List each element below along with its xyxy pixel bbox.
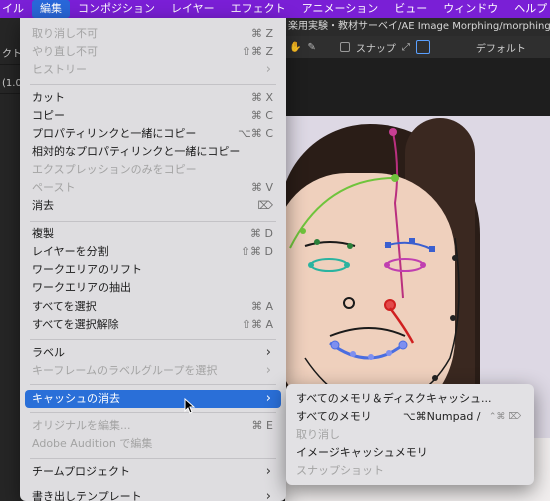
menu-item-clear[interactable]: 消去 ⌦ bbox=[25, 197, 281, 215]
menu-item-select-all[interactable]: すべてを選択 ⌘ A bbox=[25, 298, 281, 316]
menu-item-copy[interactable]: コピー ⌘ C bbox=[25, 107, 281, 125]
lip-vertex bbox=[350, 351, 356, 357]
chevron-right-icon: › bbox=[265, 464, 271, 479]
menu-item-lift-work-area[interactable]: ワークエリアのリフト bbox=[25, 261, 281, 279]
snap-label: スナップ bbox=[355, 43, 396, 55]
menu-animation[interactable]: アニメーション bbox=[294, 0, 387, 18]
right-brow-vertex bbox=[429, 246, 435, 252]
hair-part-vertex bbox=[389, 128, 397, 136]
snap-options-icon[interactable]: ⤢ bbox=[402, 42, 410, 53]
hairline-vertex bbox=[391, 174, 399, 182]
project-panel-strip: クト (1.0 bbox=[0, 18, 22, 501]
menu-help[interactable]: ヘルプ bbox=[506, 0, 550, 18]
menu-item-undo[interactable]: 取り消し不可 ⌘ Z bbox=[25, 25, 281, 43]
menu-item-export-templates[interactable]: 書き出しテンプレート › bbox=[25, 488, 281, 501]
workspace-default[interactable]: デフォルト bbox=[476, 40, 526, 55]
chevron-right-icon: › bbox=[265, 391, 271, 406]
menu-file[interactable]: イル bbox=[0, 0, 32, 18]
menu-item-deselect-all[interactable]: すべてを選択解除 ⇧⌘ A bbox=[25, 316, 281, 334]
snap-target-icon[interactable] bbox=[415, 40, 430, 54]
lip-vertex bbox=[330, 340, 340, 350]
menu-item-team-project[interactable]: チームプロジェクト › bbox=[25, 463, 281, 481]
lower-lip-path bbox=[329, 341, 406, 360]
menu-separator bbox=[30, 221, 276, 222]
menu-item-history[interactable]: ヒストリー › bbox=[25, 61, 281, 79]
mouse-cursor-icon bbox=[184, 398, 196, 414]
menu-window[interactable]: ウィンドウ bbox=[435, 0, 506, 18]
right-eye-vertex bbox=[384, 262, 390, 268]
menu-bar: イル 編集 コンポジション レイヤー エフェクト アニメーション ビュー ウィン… bbox=[0, 0, 550, 18]
left-brow-vertex bbox=[347, 243, 353, 249]
snap-checkbox[interactable] bbox=[339, 42, 350, 52]
menu-item-copy-expression-only[interactable]: エクスプレッションのみをコピー bbox=[25, 161, 281, 179]
menu-item-paste[interactable]: ペースト ⌘ V bbox=[25, 179, 281, 197]
menu-item-duplicate[interactable]: 複製 ⌘ D bbox=[25, 225, 281, 243]
left-eye-path bbox=[310, 258, 348, 272]
right-brow-vertex bbox=[385, 242, 391, 248]
submenu-item-snapshot[interactable]: スナップショット bbox=[291, 462, 529, 480]
nasolabial-right-path bbox=[388, 307, 415, 344]
lip-vertex bbox=[386, 350, 392, 356]
chevron-right-icon: › bbox=[265, 363, 271, 378]
menu-view[interactable]: ビュー bbox=[386, 0, 435, 18]
nose-left-vertex bbox=[343, 297, 355, 309]
hand-tool-icon[interactable]: ✋ bbox=[289, 42, 301, 53]
pin-tool-icon[interactable]: ✎ bbox=[307, 42, 315, 53]
hairline-path bbox=[289, 177, 396, 249]
hair-part-path bbox=[392, 131, 404, 299]
menu-separator bbox=[30, 458, 276, 459]
chevron-right-icon: › bbox=[265, 62, 271, 77]
submenu-item-image-cache-memory[interactable]: イメージキャッシュメモリ bbox=[291, 444, 529, 462]
menu-item-split-layer[interactable]: レイヤーを分割 ⇧⌘ D bbox=[25, 243, 281, 261]
face-outline-vertex bbox=[450, 315, 456, 321]
menu-item-select-keyframe-label-group[interactable]: キーフレームのラベルグループを選択 › bbox=[25, 362, 281, 380]
chevron-right-icon: › bbox=[265, 345, 271, 360]
right-eye-path bbox=[386, 258, 424, 272]
right-eye-vertex bbox=[420, 262, 426, 268]
lip-vertex bbox=[368, 354, 374, 360]
delete-key-icon: ⌦ bbox=[257, 199, 273, 212]
lip-vertex bbox=[398, 340, 408, 350]
menu-composition[interactable]: コンポジション bbox=[70, 0, 163, 18]
menu-item-cut[interactable]: カット ⌘ X bbox=[25, 89, 281, 107]
menu-layer[interactable]: レイヤー bbox=[163, 0, 223, 18]
submenu-item-undo[interactable]: 取り消し bbox=[291, 426, 529, 444]
window-title: 楽用実験・教材サーベイ/AE Image Morphing/morphing_p… bbox=[285, 18, 550, 36]
left-brow-vertex bbox=[314, 239, 320, 245]
menu-separator bbox=[30, 84, 276, 85]
panel-info: (1.0 bbox=[0, 75, 22, 94]
menu-item-redo[interactable]: やり直し不可 ⇧⌘ Z bbox=[25, 43, 281, 61]
purge-cache-submenu: すべてのメモリ＆ディスクキャッシュ... すべてのメモリ ⌥⌘Numpad / ⌃⌘… bbox=[286, 384, 534, 485]
upper-lip-path bbox=[329, 327, 406, 337]
right-brow-vertex bbox=[409, 238, 415, 244]
submenu-item-all-memory[interactable]: すべてのメモリ ⌥⌘Numpad / ⌃⌘ ⌦ bbox=[291, 408, 529, 426]
menu-separator bbox=[30, 384, 276, 385]
chevron-right-icon: › bbox=[265, 489, 271, 501]
menu-item-label[interactable]: ラベル › bbox=[25, 344, 281, 362]
hairline-vertex bbox=[300, 228, 306, 234]
panel-tab[interactable]: クト bbox=[0, 46, 22, 65]
menu-item-extract-work-area[interactable]: ワークエリアの抽出 bbox=[25, 279, 281, 297]
menu-separator bbox=[30, 412, 276, 413]
face-outline-vertex bbox=[452, 255, 458, 261]
tools-bar: ✋ ✎ スナップ ⤢ デフォルト bbox=[285, 36, 550, 58]
menu-effect[interactable]: エフェクト bbox=[223, 0, 294, 18]
menu-item-purge-cache[interactable]: キャッシュの消去 › bbox=[25, 390, 281, 408]
left-eye-vertex bbox=[308, 262, 314, 268]
submenu-item-all-memory-and-disk-cache[interactable]: すべてのメモリ＆ディスクキャッシュ... bbox=[291, 390, 529, 408]
menu-separator bbox=[30, 339, 276, 340]
left-eye-vertex bbox=[344, 262, 350, 268]
face-outline-path bbox=[304, 237, 460, 409]
menu-item-copy-relative-property-links[interactable]: 相対的なプロパティリンクと一緒にコピー bbox=[25, 143, 281, 161]
menu-item-edit-original[interactable]: オリジナルを編集... ⌘ E bbox=[25, 417, 281, 435]
face-outline-vertex bbox=[432, 375, 438, 381]
menu-edit[interactable]: 編集 bbox=[32, 0, 70, 18]
menu-item-copy-with-property-links[interactable]: プロパティリンクと一緒にコピー ⌥⌘ C bbox=[25, 125, 281, 143]
menu-item-edit-in-audition[interactable]: Adobe Audition で編集 bbox=[25, 435, 281, 453]
edit-menu: 取り消し不可 ⌘ Z やり直し不可 ⇧⌘ Z ヒストリー › カット ⌘ X コピー ⌘ … bbox=[20, 18, 286, 501]
